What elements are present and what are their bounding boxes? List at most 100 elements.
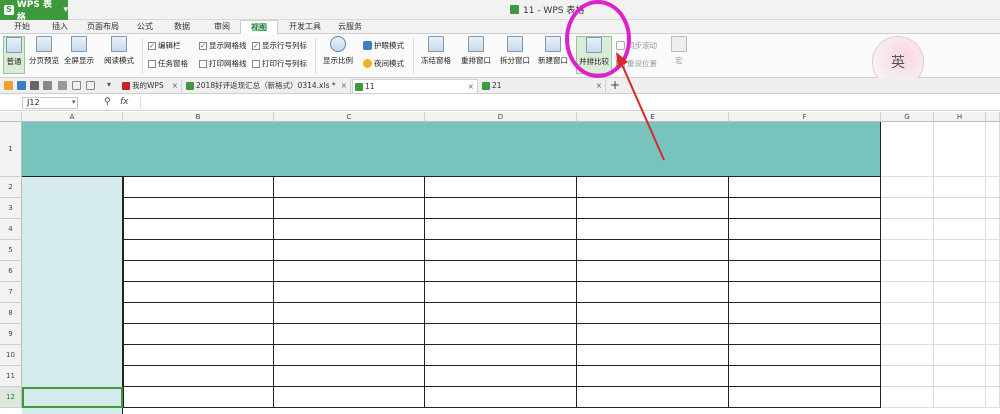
redo-icon[interactable] bbox=[86, 81, 95, 90]
grid-cell[interactable] bbox=[881, 240, 934, 261]
table-cell[interactable] bbox=[577, 324, 729, 345]
table-cell[interactable] bbox=[729, 177, 881, 198]
table-cell[interactable] bbox=[425, 177, 577, 198]
table-cell[interactable] bbox=[274, 177, 425, 198]
grid-cell[interactable] bbox=[881, 122, 934, 177]
column-header[interactable]: D bbox=[425, 112, 577, 122]
close-icon[interactable]: × bbox=[341, 79, 347, 93]
table-cell[interactable] bbox=[577, 261, 729, 282]
close-icon[interactable]: × bbox=[468, 80, 474, 94]
column-header[interactable]: H bbox=[934, 112, 986, 122]
grid-cell[interactable] bbox=[881, 282, 934, 303]
row-header[interactable]: 4 bbox=[0, 219, 22, 240]
table-cell[interactable] bbox=[123, 261, 274, 282]
grid-cell[interactable] bbox=[934, 261, 986, 282]
row-header[interactable]: 1 bbox=[0, 122, 22, 177]
spreadsheet-grid[interactable]: A B C D E F G H 1 2 3 4 5 6 7 8 9 10 11 … bbox=[0, 112, 1000, 414]
night-mode-button[interactable]: 夜间模式 bbox=[363, 58, 404, 69]
table-cell[interactable] bbox=[274, 324, 425, 345]
undo-icon[interactable] bbox=[72, 81, 81, 90]
column-header[interactable]: C bbox=[274, 112, 425, 122]
grid-cell[interactable] bbox=[986, 345, 1000, 366]
table-cell[interactable] bbox=[577, 198, 729, 219]
grid-cell[interactable] bbox=[881, 387, 934, 408]
column-header[interactable]: A bbox=[22, 112, 123, 122]
row-header[interactable]: 10 bbox=[0, 345, 22, 366]
grid-cell[interactable] bbox=[934, 303, 986, 324]
row-header[interactable]: 5 bbox=[0, 240, 22, 261]
freeze-panes-button[interactable]: 冻结窗格 bbox=[418, 36, 454, 66]
table-cell[interactable] bbox=[425, 219, 577, 240]
name-box[interactable]: J12 bbox=[22, 97, 78, 109]
grid-cell[interactable] bbox=[986, 219, 1000, 240]
tab-report-file[interactable]: 2018好评返现汇总（新格式）0314.xls * × bbox=[184, 79, 351, 93]
grid-cell[interactable] bbox=[934, 198, 986, 219]
table-cell[interactable] bbox=[425, 261, 577, 282]
table-cell[interactable] bbox=[274, 366, 425, 387]
zoom-search-icon[interactable]: ⚲ bbox=[104, 97, 111, 107]
row-header[interactable]: 8 bbox=[0, 303, 22, 324]
grid-cell[interactable] bbox=[881, 345, 934, 366]
grid-cell[interactable] bbox=[986, 303, 1000, 324]
chevron-down-icon[interactable]: ▾ bbox=[72, 98, 76, 106]
column-header[interactable]: F bbox=[729, 112, 881, 122]
table-cell[interactable] bbox=[577, 282, 729, 303]
save-icon[interactable] bbox=[17, 81, 26, 90]
grid-cell[interactable] bbox=[934, 219, 986, 240]
task-pane-checkbox[interactable]: 任务窗格 bbox=[148, 58, 188, 69]
tab-21[interactable]: 21 × bbox=[480, 79, 606, 93]
grid-cell[interactable] bbox=[934, 240, 986, 261]
table-cell[interactable] bbox=[425, 345, 577, 366]
table-cell[interactable] bbox=[274, 219, 425, 240]
table-cell[interactable] bbox=[425, 198, 577, 219]
table-cell[interactable] bbox=[123, 177, 274, 198]
menu-home[interactable]: 开始 bbox=[4, 20, 40, 34]
eye-mode-button[interactable]: 护眼模式 bbox=[363, 40, 404, 51]
table-cell[interactable] bbox=[425, 324, 577, 345]
table-cell[interactable] bbox=[274, 282, 425, 303]
grid-cell[interactable] bbox=[986, 177, 1000, 198]
table-cell[interactable] bbox=[425, 282, 577, 303]
chevron-down-icon[interactable]: ▾ bbox=[107, 80, 111, 89]
table-cell[interactable] bbox=[729, 219, 881, 240]
table-cell[interactable] bbox=[123, 282, 274, 303]
row-header[interactable]: 6 bbox=[0, 261, 22, 282]
grid-cell[interactable] bbox=[934, 324, 986, 345]
table-cell[interactable] bbox=[274, 303, 425, 324]
table-cell[interactable] bbox=[123, 198, 274, 219]
table-cell[interactable] bbox=[729, 324, 881, 345]
table-cell[interactable] bbox=[729, 240, 881, 261]
column-header[interactable]: B bbox=[123, 112, 274, 122]
page-break-preview-button[interactable]: 分页预览 bbox=[27, 36, 61, 66]
grid-cell[interactable] bbox=[934, 122, 986, 177]
table-cell[interactable] bbox=[425, 303, 577, 324]
grid-cell[interactable] bbox=[881, 261, 934, 282]
grid-cell[interactable] bbox=[934, 177, 986, 198]
row-header[interactable]: 3 bbox=[0, 198, 22, 219]
grid-cell[interactable] bbox=[934, 387, 986, 408]
table-cell[interactable] bbox=[123, 240, 274, 261]
print-headers-checkbox[interactable]: 打印行号列标 bbox=[252, 58, 307, 69]
table-cell[interactable] bbox=[729, 282, 881, 303]
table-cell[interactable] bbox=[123, 303, 274, 324]
grid-cell[interactable] bbox=[986, 240, 1000, 261]
column-header[interactable] bbox=[986, 112, 1000, 122]
grid-cell[interactable] bbox=[986, 324, 1000, 345]
table-cell[interactable] bbox=[274, 240, 425, 261]
table-cell[interactable] bbox=[274, 387, 425, 408]
formula-input[interactable] bbox=[140, 97, 995, 109]
table-cell[interactable] bbox=[577, 219, 729, 240]
arrange-windows-button[interactable]: 重排窗口 bbox=[456, 36, 496, 66]
app-menu-button[interactable]: S WPS 表格 ▾ bbox=[0, 0, 68, 23]
row-header[interactable]: 2 bbox=[0, 177, 22, 198]
grid-cell[interactable] bbox=[986, 198, 1000, 219]
table-cell[interactable] bbox=[123, 366, 274, 387]
show-headers-checkbox[interactable]: ✓ 显示行号列标 bbox=[252, 40, 307, 51]
format-painter-icon[interactable] bbox=[58, 81, 67, 90]
print-preview-icon[interactable] bbox=[43, 81, 52, 90]
row-header[interactable]: 11 bbox=[0, 366, 22, 387]
menu-page-layout[interactable]: 页面布局 bbox=[80, 20, 126, 34]
zoom-button[interactable]: 显示比例 bbox=[320, 36, 356, 66]
function-icon[interactable]: fx bbox=[120, 97, 129, 107]
edit-bar-checkbox[interactable]: ✓ 编辑栏 bbox=[148, 40, 181, 51]
